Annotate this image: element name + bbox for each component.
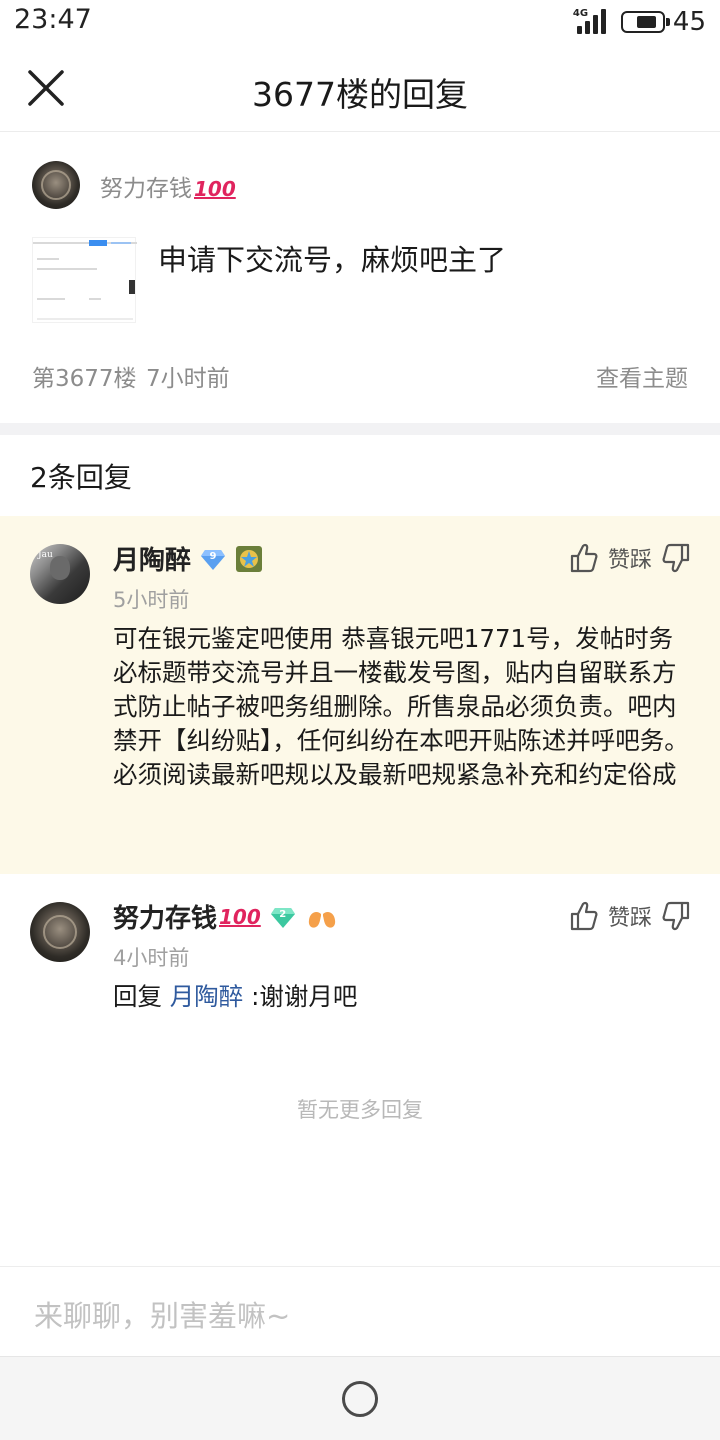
mention-link[interactable]: 月陶醉 <box>170 982 244 1011</box>
level-badge-icon: 9 <box>201 547 226 571</box>
reply-prefix: 回复 <box>113 982 162 1011</box>
vote-label: 赞踩 <box>607 906 652 931</box>
reply-count: 2条回复 <box>30 461 132 494</box>
post-text: 申请下交流号，麻烦吧主了 <box>158 243 507 277</box>
reply-input-placeholder: 来聊聊，别害羞嘛~ <box>34 1299 291 1333</box>
post-time: 7小时前 <box>146 366 230 392</box>
section-divider <box>0 423 720 435</box>
system-nav-bar <box>0 1356 720 1440</box>
reply-input[interactable]: 来聊聊，别害羞嘛~ <box>0 1266 720 1356</box>
reply-author-name: 月陶醉 <box>113 546 192 576</box>
post-floor: 第3677楼 <box>32 366 137 392</box>
level-badge-icon: 2 <box>270 905 295 929</box>
vote-group: 赞踩 <box>570 540 690 576</box>
thumbs-down-icon[interactable] <box>662 901 690 931</box>
page-title: 3677楼的回复 <box>252 75 468 114</box>
battery-icon <box>620 11 670 33</box>
reply-author[interactable]: 努力存钱 100 2 <box>113 898 337 935</box>
hundred-points-icon: 100 <box>194 177 236 201</box>
thumbs-up-icon[interactable] <box>570 543 598 573</box>
view-topic-link[interactable]: 查看主题 <box>596 359 688 393</box>
thumbs-up-icon[interactable] <box>570 901 598 931</box>
reply-time: 4小时前 <box>113 946 190 970</box>
reply-author-name: 努力存钱 <box>113 904 218 934</box>
medal-icon <box>235 545 263 573</box>
avatar[interactable] <box>30 902 90 962</box>
level-number: 2 <box>279 908 287 920</box>
signal-icon: 4G <box>573 8 611 36</box>
home-button[interactable] <box>342 1381 378 1417</box>
status-bar: 23:47 4G 45 <box>0 0 720 44</box>
page-header: 3677楼的回复 <box>0 44 720 132</box>
vote-group: 赞踩 <box>570 898 690 934</box>
post-image-thumbnail[interactable] <box>32 237 137 323</box>
status-time: 23:47 <box>14 4 92 35</box>
hundred-points-icon: 100 <box>219 904 261 929</box>
reply-text: :谢谢月吧 <box>251 982 358 1011</box>
avatar[interactable]: Jau <box>30 544 90 604</box>
status-icons: 4G 45 <box>573 6 706 38</box>
vote-label: 赞踩 <box>607 548 652 573</box>
thumbs-down-icon[interactable] <box>662 543 690 573</box>
reply-time: 5小时前 <box>113 588 190 612</box>
reply-body: 回复 月陶醉 :谢谢月吧 <box>113 980 693 1014</box>
reply-item: 努力存钱 100 2 4小时前 赞踩 回复 月陶醉 :谢谢月吧 <box>0 874 720 1064</box>
post-author[interactable]: 努力存钱 100 <box>100 169 236 203</box>
reply-item: Jau 月陶醉 9 5小时前 赞踩 可在银元鉴定吧使用 恭喜银元吧1771号，发… <box>0 516 720 874</box>
lungs-icon <box>308 905 335 928</box>
battery-level: 45 <box>672 7 706 37</box>
network-type: 4G <box>572 8 589 19</box>
reply-author[interactable]: 月陶醉 9 <box>113 540 263 577</box>
no-more-replies: 暂无更多回复 <box>297 1098 423 1122</box>
main-post: 努力存钱 100 申请下交流号，麻烦吧主了 第3677楼 7小时前 查看主题 <box>0 133 720 423</box>
post-author-name: 努力存钱 <box>100 176 192 202</box>
reply-body: 可在银元鉴定吧使用 恭喜银元吧1771号，发帖时务必标题带交流号并且一楼截发号图… <box>113 624 689 789</box>
avatar[interactable] <box>32 161 80 209</box>
level-number: 9 <box>209 550 217 562</box>
